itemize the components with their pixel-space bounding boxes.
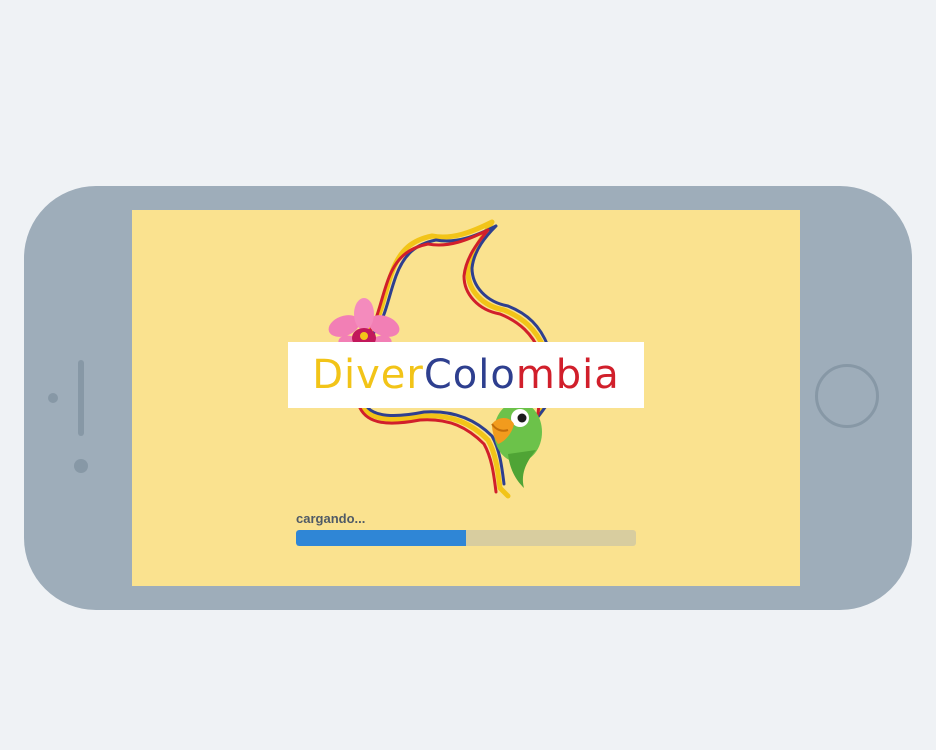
progress-bar bbox=[296, 530, 636, 546]
camera-dot bbox=[74, 459, 88, 473]
loading-panel: cargando... bbox=[296, 511, 636, 546]
progress-bar-fill bbox=[296, 530, 466, 546]
home-button[interactable] bbox=[815, 364, 879, 428]
logo-word-o: o bbox=[490, 352, 516, 398]
speaker-slot bbox=[78, 360, 84, 436]
app-logo-wordmark: Diver Col o mbia bbox=[288, 342, 644, 408]
phone-frame: Diver Col o mbia cargando... bbox=[24, 186, 912, 610]
logo-word-diver: Diver bbox=[312, 352, 424, 398]
app-screen: Diver Col o mbia cargando... bbox=[132, 210, 800, 586]
logo-word-col: Col bbox=[423, 352, 491, 398]
logo-word-mbia: mbia bbox=[515, 352, 620, 398]
loading-label: cargando... bbox=[296, 511, 366, 526]
sensor-dot bbox=[48, 393, 58, 403]
